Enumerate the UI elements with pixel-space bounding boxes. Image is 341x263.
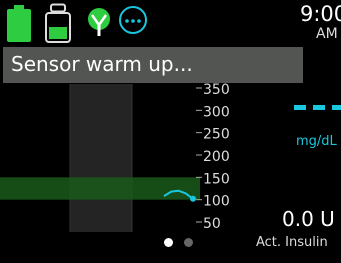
clock-ampm: AM <box>316 26 338 42</box>
active-insulin-value: 0.0 U <box>282 207 335 231</box>
chart-target-band <box>0 177 200 200</box>
chart-night-shade <box>70 84 132 232</box>
y-tick-label-0: 350 <box>203 82 230 98</box>
glucose-line-0 <box>163 189 194 200</box>
banner-message: Sensor warm up... <box>11 52 193 76</box>
status-bar: 9:00 AM <box>0 0 341 44</box>
page-dot-active[interactable] <box>164 238 173 247</box>
page-dot-inactive[interactable] <box>184 238 193 247</box>
glucose-latest-point-0 <box>190 195 196 202</box>
y-tick-label-3: 200 <box>203 149 230 165</box>
insulin-reservoir-icon <box>45 3 71 43</box>
y-tick-label-5: 100 <box>203 194 230 210</box>
battery-icon <box>7 5 31 42</box>
clock-time: 9:00 <box>300 2 341 26</box>
cgm-signal-icon[interactable] <box>85 7 113 37</box>
cgm-units: mg/dL <box>296 134 337 149</box>
y-tick-label-4: 150 <box>203 171 230 187</box>
y-tick-label-2: 250 <box>203 127 230 143</box>
y-tick-label-6: 50 <box>203 216 221 232</box>
cgm-value-dashes <box>294 105 341 110</box>
sensor-warmup-banner[interactable]: Sensor warm up... <box>3 47 303 83</box>
active-insulin-label: Act. Insulin <box>256 235 328 250</box>
more-options-icon[interactable] <box>118 5 148 35</box>
y-tick-label-1: 300 <box>203 104 230 120</box>
